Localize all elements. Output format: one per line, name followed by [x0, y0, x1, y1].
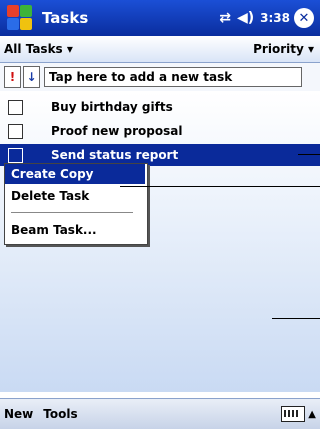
callout-line: [298, 154, 320, 155]
add-task-field[interactable]: Tap here to add a new task: [44, 67, 302, 87]
filter-bar: All Tasks ▾ Priority ▾: [0, 36, 320, 63]
menu-item-create-copy[interactable]: Create Copy: [5, 164, 145, 184]
context-menu: Create Copy Delete Task Beam Task...: [4, 163, 148, 245]
callout-line: [272, 318, 320, 319]
task-checkbox[interactable]: [8, 123, 23, 139]
list-item[interactable]: Buy birthday gifts: [0, 96, 320, 118]
entry-bar: ! ↓ Tap here to add a new task: [0, 63, 320, 91]
caret-up-icon[interactable]: ▲: [308, 409, 316, 420]
low-priority-button[interactable]: ↓: [23, 66, 40, 88]
priority-button[interactable]: !: [4, 66, 21, 88]
task-label: Proof new proposal: [51, 124, 183, 138]
connectivity-icon[interactable]: ⇄: [219, 10, 231, 26]
menu-item-delete-task[interactable]: Delete Task: [5, 186, 145, 206]
category-filter-dropdown[interactable]: All Tasks ▾: [4, 42, 73, 56]
menu-divider: [11, 212, 133, 213]
task-label: Buy birthday gifts: [51, 100, 173, 114]
start-menu-logo-icon[interactable]: [6, 4, 34, 32]
volume-icon[interactable]: ◀): [237, 10, 254, 26]
tools-menu[interactable]: Tools: [43, 407, 77, 421]
menu-bar: New Tools ▲: [0, 398, 320, 429]
sort-order-dropdown[interactable]: Priority ▾: [253, 42, 314, 56]
menu-item-beam-task[interactable]: Beam Task...: [5, 220, 145, 240]
task-checkbox[interactable]: [8, 147, 23, 163]
callout-line: [120, 186, 320, 187]
input-panel-toggle[interactable]: ▲: [281, 406, 316, 422]
status-area: ⇄ ◀) 3:38: [219, 10, 290, 26]
title-bar: Tasks ⇄ ◀) 3:38 ✕: [0, 0, 320, 36]
new-menu[interactable]: New: [4, 407, 33, 421]
keyboard-icon[interactable]: [281, 406, 306, 422]
task-label: Send status report: [51, 148, 179, 162]
task-checkbox[interactable]: [8, 99, 23, 115]
clock[interactable]: 3:38: [260, 11, 290, 25]
list-item[interactable]: Proof new proposal: [0, 120, 320, 142]
close-button[interactable]: ✕: [294, 8, 314, 28]
app-title: Tasks: [42, 9, 89, 27]
